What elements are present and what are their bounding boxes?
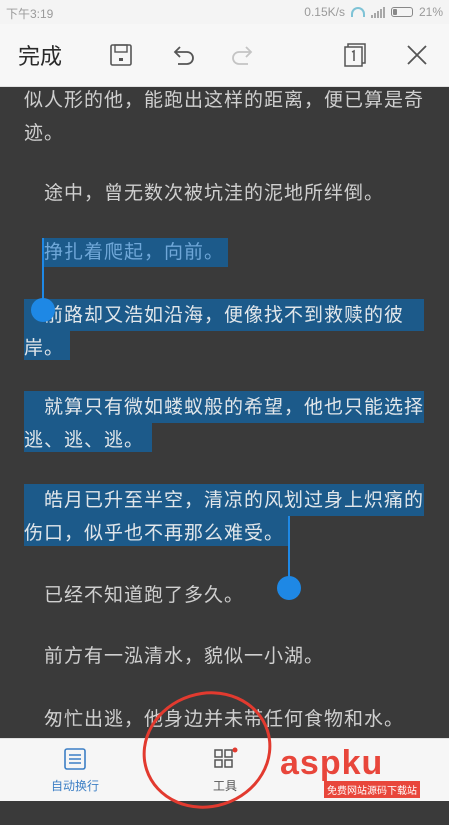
page-view-icon xyxy=(344,43,366,67)
save-icon xyxy=(110,44,132,66)
watermark: aspku 免费网站源码下载站 xyxy=(274,744,449,800)
paragraph: 就算只有微如蝼蚁般的希望，他也只能选择逃、逃、逃。 xyxy=(24,396,425,451)
selection-end-handle[interactable] xyxy=(277,576,301,600)
paragraph: 挣扎着爬起，向前。 xyxy=(44,241,225,263)
paragraph: 途中，曾无数次被坑洼的泥地所绊倒。 xyxy=(44,182,385,204)
redo-icon xyxy=(232,46,253,65)
selection-end-stem xyxy=(288,516,290,580)
close-icon xyxy=(407,45,427,65)
paragraph: 前路却又浩如沿海，便像找不到救赎的彼岸。 xyxy=(24,304,405,359)
battery-level: 21% xyxy=(418,5,443,19)
paragraph: 已经不知道跑了多久。 xyxy=(44,584,245,606)
undo-icon xyxy=(173,46,194,65)
auto-wrap-label: 自动换行 xyxy=(50,778,99,793)
paragraph: 似人形的他，能跑出这样的距离，便已算是奇迹。 xyxy=(24,89,425,144)
auto-wrap-icon xyxy=(64,747,86,770)
auto-wrap-button[interactable]: 自动换行 xyxy=(40,739,110,801)
editor-toolbar: 完成 xyxy=(0,24,449,87)
selection-start-stem xyxy=(42,238,44,300)
watermark-subtitle: 免费网站源码下载站 xyxy=(324,781,420,798)
network-speed: 0.15K/s xyxy=(304,5,345,19)
page-view-button[interactable] xyxy=(338,24,372,86)
paragraph: 皓月已升至半空，清凉的风划过身上炽痛的伤口，似乎也不再那么难受。 xyxy=(24,489,425,544)
battery-icon xyxy=(390,7,413,17)
status-bar: 下午3:19 0.15K/s 21% xyxy=(0,0,449,24)
selection-start-handle[interactable] xyxy=(31,298,55,322)
redo-button[interactable] xyxy=(226,24,260,86)
close-button[interactable] xyxy=(400,24,434,86)
done-button[interactable]: 完成 xyxy=(18,24,62,86)
undo-button[interactable] xyxy=(166,24,200,86)
document-content[interactable]: 似人形的他，能跑出这样的距离，便已算是奇迹。 途中，曾无数次被坑洼的泥地所绊倒。… xyxy=(0,86,449,738)
wifi-icon xyxy=(350,7,365,17)
signal-icon xyxy=(370,6,385,18)
watermark-logo: aspku xyxy=(280,744,384,782)
save-button[interactable] xyxy=(104,24,138,86)
paragraph: 前方有一泓清水，貌似一小湖。 xyxy=(44,645,325,667)
status-time: 下午3:19 xyxy=(6,7,54,21)
